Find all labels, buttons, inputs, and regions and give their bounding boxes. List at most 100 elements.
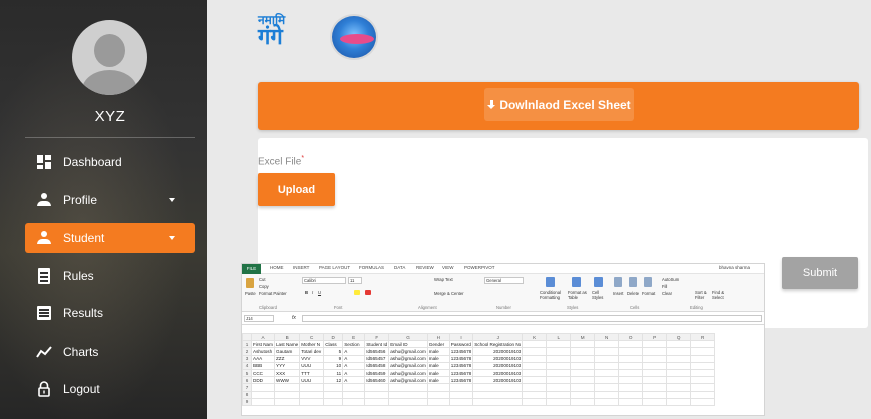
excel-column-header: [242, 332, 252, 342]
excel-cell: ZZZ: [273, 354, 301, 363]
excel-cell: CCC: [251, 368, 275, 378]
excel-cell: 20200019103: [472, 361, 524, 370]
excel-cell: [642, 383, 668, 392]
excel-cell: UUU: [299, 361, 325, 370]
excel-cell: [522, 376, 548, 385]
excel-cell: Id565458: [364, 361, 390, 370]
excel-cell: [690, 354, 716, 363]
excel-cell: [594, 390, 620, 399]
excel-cell: A: [342, 347, 366, 356]
font-color-icon: [365, 290, 371, 295]
excel-column-header: L: [546, 332, 572, 342]
excel-cell: [522, 368, 548, 378]
excel-column-header: Q: [666, 332, 692, 342]
sidebar-item-student[interactable]: Student: [25, 223, 195, 253]
excel-cell: [273, 390, 301, 399]
excel-cell: [546, 376, 572, 385]
excel-cell: [666, 390, 692, 399]
excel-cell: Section: [342, 340, 366, 349]
sidebar-item-label: Charts: [63, 345, 99, 359]
upload-button[interactable]: Upload: [258, 173, 335, 206]
number-format-value: General: [486, 278, 501, 283]
excel-cell: [522, 390, 548, 399]
excel-cell: [342, 397, 366, 406]
excel-cell: [472, 397, 524, 406]
excel-cell: 12345678: [448, 347, 474, 356]
excel-cell: [546, 390, 572, 399]
excel-cell: [690, 361, 716, 370]
excel-cell: [546, 383, 572, 392]
sidebar-item-logout[interactable]: Logout: [25, 374, 195, 404]
excel-row: 6 DDD WWW UUU 12 A Id565460 ashu@gmail.com male 1…: [242, 376, 716, 385]
excel-cell: Last Name: [273, 340, 301, 349]
excel-column-header-row: ABCDEFGHIJKLMNOPQR: [242, 332, 716, 342]
excel-cell: [618, 361, 644, 370]
excel-column-header: R: [690, 332, 716, 342]
download-excel-button[interactable]: Dowlnlaod Excel Sheet: [484, 88, 634, 121]
excel-cell: [666, 347, 692, 356]
bold-icon: B: [305, 290, 309, 295]
excel-row-header: 4: [242, 361, 252, 370]
font-name-box: Calibri: [302, 277, 346, 284]
ribbon-styles: Styles: [567, 305, 579, 310]
format-as-table-icon: [572, 277, 581, 287]
excel-row: 2 Ashutosh Gautam Totari dev 5 A Id565456 ashu@…: [242, 347, 716, 356]
excel-table: A B C D E F G H I J K L M N O P Q R 1 First Nam Last Name Mot…: [242, 332, 716, 406]
sidebar-item-charts[interactable]: Charts: [25, 337, 195, 367]
caret-down-icon: [169, 236, 175, 240]
font-name-value: Calibri: [304, 278, 316, 283]
download-label: Dowlnlaod Excel Sheet: [499, 97, 631, 112]
excel-cell: [570, 368, 596, 378]
avatar-body: [82, 70, 137, 95]
excel-cell: [618, 376, 644, 385]
name-box: J14: [244, 315, 274, 322]
excel-menu-bar: FILE HOME INSERT PAGE LAYOUT FORMULAS DA…: [242, 264, 764, 274]
excel-sheet-preview: FILE HOME INSERT PAGE LAYOUT FORMULAS DA…: [241, 263, 765, 416]
fill-color-icon: [354, 290, 360, 295]
ribbon-paste: Paste: [245, 291, 256, 296]
excel-cell: [666, 368, 692, 378]
excel-cell: 20200019103: [472, 376, 524, 385]
excel-cell: [251, 397, 275, 406]
excel-cell: [342, 383, 366, 392]
excel-cell: BBB: [251, 361, 275, 370]
excel-cell: ashu@gmail.com: [388, 376, 428, 385]
excel-cell: 12: [323, 376, 344, 385]
excel-cell: 9: [323, 354, 344, 363]
excel-row: 8: [242, 390, 716, 399]
user-icon: [36, 230, 52, 246]
namami-gange-logo: नमामि गंगे: [258, 14, 320, 62]
excel-cell: [594, 368, 620, 378]
excel-cell: [666, 354, 692, 363]
name-box-value: J14: [246, 316, 253, 321]
excel-cell: [299, 397, 325, 406]
excel-cell: [594, 383, 620, 392]
excel-cell: [666, 361, 692, 370]
sidebar-item-profile[interactable]: Profile: [25, 185, 195, 215]
excel-cell: [666, 383, 692, 392]
sidebar-item-rules[interactable]: Rules: [25, 261, 195, 291]
excel-cell: [388, 390, 428, 399]
ribbon-copy: Copy: [259, 284, 269, 289]
sidebar-item-results[interactable]: Results: [25, 298, 195, 328]
submit-button[interactable]: Submit: [782, 257, 858, 289]
excel-column-header: O: [618, 332, 644, 342]
excel-column-header: C: [299, 332, 325, 342]
excel-cell: 20200019103: [472, 347, 524, 356]
excel-cell: WWW: [273, 376, 301, 385]
required-mark: *: [301, 155, 305, 162]
excel-cell: [448, 390, 474, 399]
excel-cell: [364, 390, 390, 399]
ribbon-format: Format: [642, 291, 656, 296]
excel-cell: A: [342, 368, 366, 378]
excel-cell: [618, 397, 644, 406]
excel-cell: TTT: [299, 368, 325, 378]
sidebar-item-dashboard[interactable]: Dashboard: [25, 147, 195, 177]
excel-cell: [546, 347, 572, 356]
ribbon-cell-styles: Cell Styles: [592, 290, 604, 300]
excel-cell: [618, 390, 644, 399]
excel-tab-insert: INSERT: [293, 265, 310, 270]
excel-row: 4 BBB YYY UUU 10 A Id565458 ashu@gmail.com male 1…: [242, 361, 716, 370]
excel-cell: 20200019103: [472, 354, 524, 363]
ribbon-clipboard: Clipboard: [259, 305, 277, 310]
